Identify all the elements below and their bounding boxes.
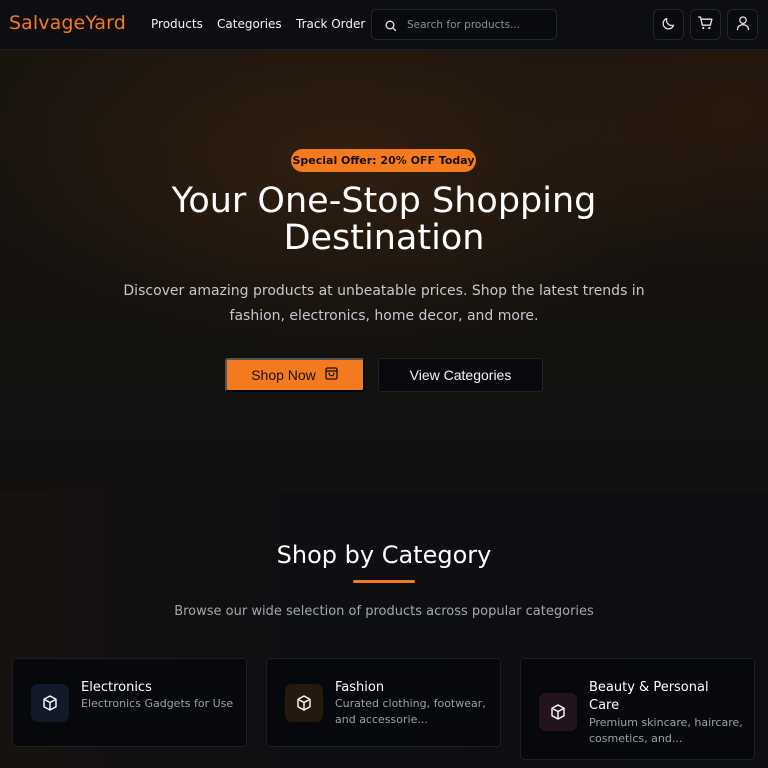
- brand-logo[interactable]: SalvageYard: [9, 12, 126, 34]
- user-icon: [735, 15, 751, 34]
- shopping-bag-icon: [324, 366, 339, 384]
- title-underline: [353, 580, 415, 583]
- special-offer-badge: Special Offer: 20% OFF Today: [291, 149, 476, 172]
- hero-section: Special Offer: 20% OFF Today Your One-St…: [0, 50, 768, 491]
- category-name: Beauty & Personal Care: [589, 680, 709, 713]
- category-card-fashion[interactable]: Fashion Curated clothing, footwear, and …: [266, 658, 501, 747]
- hero-title-line-2: Destination: [283, 218, 485, 258]
- cart-icon: [697, 15, 714, 34]
- hero-description: Discover amazing products at unbeatable …: [114, 279, 654, 328]
- category-card-electronics[interactable]: Electronics Electronics Gadgets for Use: [12, 658, 247, 747]
- navbar: SalvageYard Products Categories Track Or…: [0, 0, 768, 50]
- hero-title: Your One-Stop Shopping Destination: [84, 183, 684, 257]
- user-account-button[interactable]: [727, 9, 758, 40]
- view-categories-button[interactable]: View Categories: [378, 358, 543, 392]
- nav-link-products[interactable]: Products: [151, 17, 203, 31]
- category-description: Premium skincare, haircare, cosmetics, a…: [589, 716, 743, 745]
- shop-now-label: Shop Now: [251, 367, 316, 383]
- hero-description-line-2: fashion, electronics, home decor, and mo…: [229, 307, 539, 324]
- shop-by-category-section: Shop by Category Browse our wide selecti…: [0, 491, 768, 768]
- category-name: Electronics: [81, 680, 152, 695]
- search-icon: [384, 18, 398, 32]
- moon-icon: [661, 15, 677, 34]
- box-icon: [285, 684, 323, 722]
- nav-link-track-order[interactable]: Track Order: [296, 17, 365, 31]
- search-input[interactable]: [407, 16, 552, 34]
- theme-toggle-button[interactable]: [653, 9, 684, 40]
- cart-button[interactable]: [690, 9, 721, 40]
- box-icon: [539, 693, 577, 731]
- section-subtitle: Browse our wide selection of products ac…: [174, 604, 594, 619]
- shop-now-button[interactable]: Shop Now: [225, 358, 365, 392]
- category-description: Curated clothing, footwear, and accessor…: [335, 697, 486, 726]
- category-card-beauty-personal-care[interactable]: Beauty & Personal Care Premium skincare,…: [520, 658, 755, 760]
- section-title: Shop by Category: [276, 541, 492, 569]
- search-bar: [371, 9, 557, 40]
- hero-description-line-1: Discover amazing products at unbeatable …: [123, 283, 645, 299]
- category-name: Fashion: [335, 680, 385, 695]
- category-description: Electronics Gadgets for Use: [81, 697, 234, 710]
- box-icon: [31, 684, 69, 722]
- hero-title-line-1: Your One-Stop Shopping: [171, 181, 597, 221]
- nav-link-categories[interactable]: Categories: [217, 17, 282, 31]
